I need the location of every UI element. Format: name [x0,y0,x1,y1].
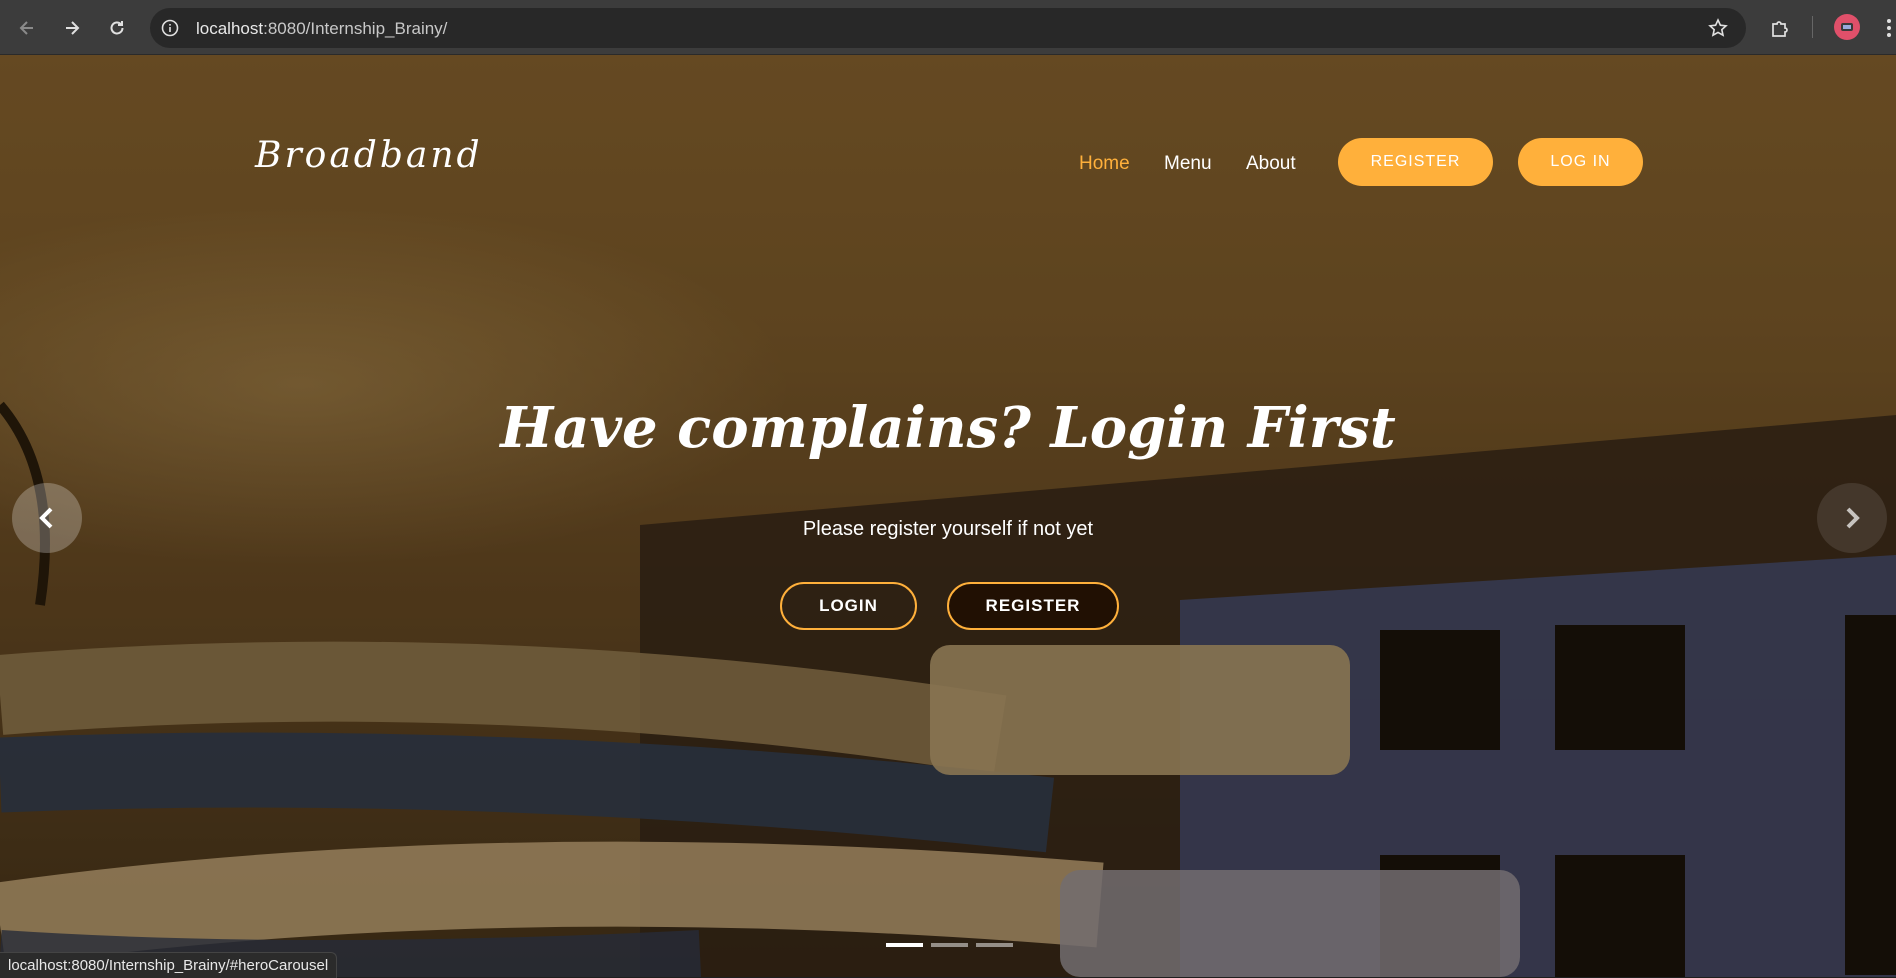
more-menu-icon [1887,19,1891,37]
url-path: :8080/Internship_Brainy/ [263,19,448,38]
nav-link-about[interactable]: About [1246,153,1296,175]
profile-button[interactable] [1834,14,1860,40]
back-button[interactable] [12,13,42,43]
browser-toolbar: localhost:8080/Internship_Brainy/ [0,0,1896,55]
site-info-button[interactable] [160,18,180,38]
hero-title: Have complains? Login First [500,395,1396,461]
reload-icon [110,21,124,35]
toolbar-divider [1812,16,1813,38]
carousel-next-button[interactable] [1817,483,1887,553]
carousel-prev-button[interactable] [12,483,82,553]
carousel-next-icon [1846,507,1860,529]
bookmark-star-icon [1708,18,1728,37]
bookmark-button[interactable] [1708,18,1728,38]
hero-register-button[interactable]: REGISTER [947,582,1119,630]
carousel-indicator-1[interactable] [886,943,923,947]
nav-link-menu[interactable]: Menu [1164,153,1212,175]
site-info-icon [161,19,179,37]
profile-avatar-icon [1841,23,1853,31]
brand-logo[interactable]: Broadband [255,135,483,176]
hero-login-button[interactable]: LOGIN [780,582,917,630]
carousel-indicator-2[interactable] [931,943,968,947]
nav-login-button[interactable]: LOG IN [1518,138,1643,186]
nav-link-home[interactable]: Home [1079,153,1130,175]
carousel-indicators [886,943,1013,947]
hero-carousel: Broadband Home Menu About REGISTER LOG I… [0,55,1896,977]
url-host: localhost [196,19,264,38]
hero-overlay [0,55,1896,977]
carousel-indicator-3[interactable] [976,943,1013,947]
address-bar[interactable]: localhost:8080/Internship_Brainy/ [150,8,1746,48]
forward-arrow-icon [66,21,80,35]
url-text: localhost:8080/Internship_Brainy/ [196,19,447,39]
back-arrow-icon [19,21,33,35]
extensions-icon [1772,21,1788,37]
hero-subtitle: Please register yourself if not yet [802,518,1094,540]
more-menu-button[interactable] [1882,14,1896,42]
nav-register-button[interactable]: REGISTER [1338,138,1493,186]
extensions-button[interactable] [1765,13,1795,43]
forward-button[interactable] [57,13,87,43]
reload-button[interactable] [102,13,132,43]
carousel-prev-icon [39,507,53,529]
link-status-bar: localhost:8080/Internship_Brainy/#heroCa… [0,952,338,978]
